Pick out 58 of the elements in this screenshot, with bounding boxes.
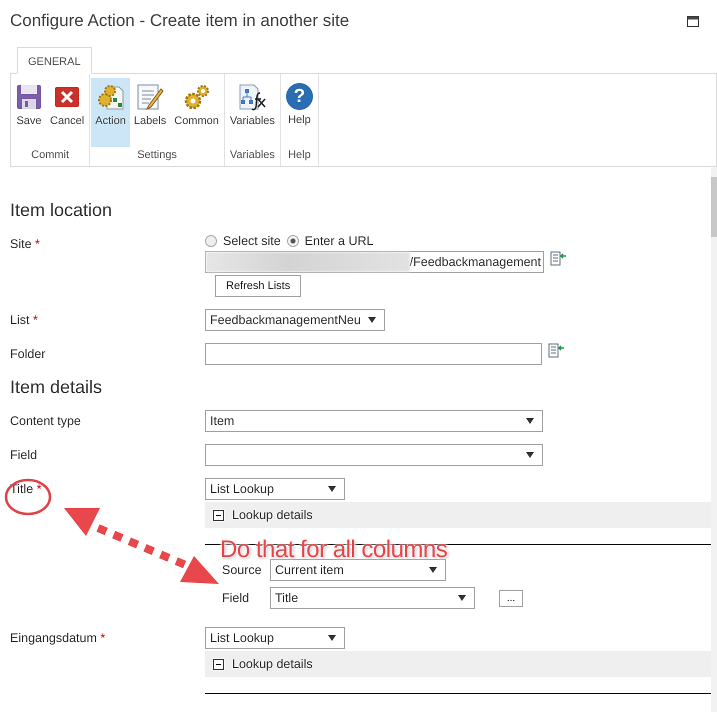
- dropdown[interactable]: Current item: [270, 559, 446, 581]
- field-label: Eingangsdatum *: [10, 630, 106, 645]
- collapse-icon[interactable]: [213, 510, 224, 520]
- field-label: Folder: [10, 346, 46, 361]
- dropdown[interactable]: Title: [270, 587, 475, 609]
- insert-reference-icon[interactable]: [550, 251, 566, 267]
- field-label: Source: [222, 563, 263, 577]
- refresh-lists-button[interactable]: Refresh Lists: [215, 275, 302, 297]
- lookup-details-bar[interactable]: Lookup details: [205, 502, 711, 528]
- lookup-details-label: Lookup details: [232, 657, 313, 671]
- diagram-function-icon: [238, 83, 266, 111]
- group-label: Variables: [230, 148, 275, 161]
- field-label: Field: [222, 591, 250, 605]
- ribbon-button[interactable]: Common: [170, 78, 223, 147]
- ribbon-tab[interactable]: GENERAL: [17, 47, 92, 74]
- insert-reference-icon[interactable]: [548, 343, 564, 359]
- ribbon-button[interactable]: Variables: [226, 78, 279, 147]
- field-label: Content type: [10, 413, 81, 428]
- radio-button[interactable]: Enter a URL: [286, 233, 374, 249]
- section-heading: Item details: [10, 377, 104, 398]
- caret-icon: [526, 418, 534, 424]
- ribbon-button[interactable]: Labels: [130, 78, 170, 147]
- field-label: Field: [10, 447, 38, 462]
- dropdown[interactable]: List Lookup: [205, 627, 345, 649]
- highlight-ellipse: [4, 478, 52, 516]
- ribbon-button[interactable]: Action: [91, 78, 130, 147]
- dropdown[interactable]: Item: [205, 410, 543, 432]
- maximize-icon[interactable]: [687, 16, 699, 26]
- gears-document-icon: [96, 83, 125, 111]
- url-field[interactable]: /Feedbackmanagement: [205, 251, 544, 273]
- more-button[interactable]: ...: [499, 590, 523, 606]
- dropdown[interactable]: List Lookup: [205, 478, 345, 500]
- caret-icon: [328, 635, 336, 641]
- field-label: List *: [10, 312, 38, 327]
- radio-button[interactable]: Select site: [205, 233, 281, 249]
- group-label: Commit: [31, 148, 70, 161]
- ribbon-button[interactable]: Cancel: [46, 78, 88, 147]
- window-title: Configure Action - Create item in another site: [10, 11, 350, 31]
- help-icon: ?: [286, 83, 313, 110]
- ribbon-button[interactable]: Save: [12, 78, 46, 147]
- caret-icon: [368, 317, 376, 323]
- collapse-icon[interactable]: [213, 658, 224, 670]
- group-label: Settings: [137, 148, 177, 161]
- field-label: Site *: [10, 236, 40, 251]
- caret-icon: [429, 567, 437, 573]
- dropdown[interactable]: FeedbackmanagementNeu: [205, 309, 385, 331]
- group-label: Help: [288, 148, 311, 161]
- ribbon-button[interactable]: ? Help: [282, 78, 317, 147]
- document-pencil-icon: [136, 83, 164, 111]
- caret-icon: [458, 595, 466, 601]
- lookup-details-label: Lookup details: [232, 508, 313, 522]
- gears-icon: [182, 83, 211, 111]
- caret-icon: [526, 452, 534, 458]
- section-heading: Item location: [10, 200, 114, 221]
- folder-field[interactable]: [205, 343, 542, 365]
- caret-icon: [328, 486, 336, 492]
- scrollbar[interactable]: [711, 167, 717, 712]
- lookup-details-bar[interactable]: Lookup details: [205, 651, 711, 677]
